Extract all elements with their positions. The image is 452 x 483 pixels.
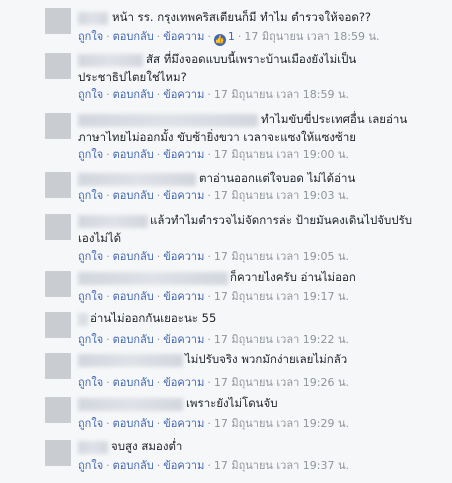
message-link[interactable]: ข้อความ xyxy=(163,290,204,303)
timestamp[interactable]: 17 มิถุนายน เวลา 19:00 น. xyxy=(214,148,349,161)
comment-meta: ถูกใจ · ตอบกลับ · ข้อความ · 17 มิถุนายน เวลา 1… xyxy=(78,88,349,101)
like-link[interactable]: ถูกใจ xyxy=(78,333,103,346)
comment-meta: ถูกใจ · ตอบกลับ · ข้อความ · 17 มิถุนายน เวลา 1… xyxy=(78,417,349,430)
message-link[interactable]: ข้อความ xyxy=(163,376,204,389)
timestamp[interactable]: 17 มิถุนายน เวลา 19:29 น. xyxy=(214,417,349,430)
like-link[interactable]: ถูกใจ xyxy=(78,148,103,161)
like-link[interactable]: ถูกใจ xyxy=(78,250,103,263)
reply-link[interactable]: ตอบกลับ xyxy=(113,30,154,43)
reply-link[interactable]: ตอบกลับ xyxy=(113,250,154,263)
comment-list: หน้า รร. กรุงเทพคริสเตียนก็มี ทำไม ตำรวจ… xyxy=(0,0,452,483)
comment-text: ตาอ่านออกแต่ใจบอด ไม่ได้อ่าน xyxy=(199,171,356,185)
reply-link[interactable]: ตอบกลับ xyxy=(113,417,154,430)
message-link[interactable]: ข้อความ xyxy=(163,30,204,43)
comment-meta: ถูกใจ · ตอบกลับ · ข้อความ · 👍 1 · 17 มิถุนายน เวล… xyxy=(78,30,380,46)
comment-meta: ถูกใจ · ตอบกลับ · ข้อความ · 17 มิถุนายน เวลา 1… xyxy=(78,189,349,202)
like-count[interactable]: 1 xyxy=(228,30,235,43)
timestamp[interactable]: 17 มิถุนายน เวลา 19:37 น. xyxy=(214,459,349,472)
avatar[interactable] xyxy=(45,397,71,423)
timestamp[interactable]: 17 มิถุนายน เวลา 19:05 น. xyxy=(214,250,349,263)
thumbs-up-icon[interactable]: 👍 xyxy=(213,34,226,46)
comment-text: หน้า รร. กรุงเทพคริสเตียนก็มี ทำไม ตำรวจ… xyxy=(112,10,372,24)
comment-meta: ถูกใจ · ตอบกลับ · ข้อความ · 17 มิถุนายน เวลา 1… xyxy=(78,459,349,472)
timestamp[interactable]: 17 มิถุนายน เวลา 19:17 น. xyxy=(214,290,349,303)
comment-text: แล้วทำไมตำรวจไม่จัดการล่ะ ป้ายมันคงเดินไ… xyxy=(78,213,413,245)
like-link[interactable]: ถูกใจ xyxy=(78,88,103,101)
avatar[interactable] xyxy=(45,440,71,466)
avatar[interactable] xyxy=(45,353,71,379)
timestamp[interactable]: 17 มิถุนายน เวลา 19:03 น. xyxy=(214,189,349,202)
timestamp[interactable]: 17 มิถุนายน เวลา 18:59 น. xyxy=(244,30,379,43)
timestamp[interactable]: 17 มิถุนายน เวลา 19:26 น. xyxy=(214,376,349,389)
message-link[interactable]: ข้อความ xyxy=(163,250,204,263)
comment-text: ก็ควายไงครับ อ่านไม่ออก xyxy=(230,270,356,284)
reply-link[interactable]: ตอบกลับ xyxy=(113,290,154,303)
avatar[interactable] xyxy=(45,214,71,240)
message-link[interactable]: ข้อความ xyxy=(163,459,204,472)
avatar[interactable] xyxy=(45,8,71,34)
timestamp[interactable]: 17 มิถุนายน เวลา 18:59 น. xyxy=(214,88,349,101)
comment-text: ไม่ปรับจริง พวกมักง่ายเลยไม่กลัว xyxy=(185,352,348,366)
reply-link[interactable]: ตอบกลับ xyxy=(113,333,154,346)
like-link[interactable]: ถูกใจ xyxy=(78,189,103,202)
reply-link[interactable]: ตอบกลับ xyxy=(113,376,154,389)
comment-meta: ถูกใจ · ตอบกลับ · ข้อความ · 17 มิถุนายน เวลา 1… xyxy=(78,148,349,161)
comment-text: เพราะยังไม่โดนจับ xyxy=(186,396,278,410)
like-link[interactable]: ถูกใจ xyxy=(78,376,103,389)
like-link[interactable]: ถูกใจ xyxy=(78,417,103,430)
message-link[interactable]: ข้อความ xyxy=(163,88,204,101)
like-link[interactable]: ถูกใจ xyxy=(78,459,103,472)
avatar[interactable] xyxy=(45,53,71,79)
comment-text: อ่านไม่ออกกันเยอะนะ 55 xyxy=(90,311,217,325)
comment-meta: ถูกใจ · ตอบกลับ · ข้อความ · 17 มิถุนายน เวลา 1… xyxy=(78,290,349,303)
comment-meta: ถูกใจ · ตอบกลับ · ข้อความ · 17 มิถุนายน เวลา 1… xyxy=(78,333,349,346)
avatar[interactable] xyxy=(45,172,71,198)
like-link[interactable]: ถูกใจ xyxy=(78,30,103,43)
comment-text: สัส ที่มึงจอดแบบนี้เพราะบ้านเมืองยังไม่เ… xyxy=(78,52,357,84)
comment-text: จบสูง สมองต่ำ xyxy=(111,439,183,453)
reply-link[interactable]: ตอบกลับ xyxy=(113,459,154,472)
comment-meta: ถูกใจ · ตอบกลับ · ข้อความ · 17 มิถุนายน เวลา 1… xyxy=(78,250,349,263)
reply-link[interactable]: ตอบกลับ xyxy=(113,88,154,101)
message-link[interactable]: ข้อความ xyxy=(163,148,204,161)
message-link[interactable]: ข้อความ xyxy=(163,189,204,202)
message-link[interactable]: ข้อความ xyxy=(163,417,204,430)
avatar[interactable] xyxy=(45,113,71,139)
message-link[interactable]: ข้อความ xyxy=(163,333,204,346)
comment-text: ทำไมขับขี่ประเทศอื่น เลยอ่านภาษาไทยไม่ออ… xyxy=(78,112,408,144)
comment-meta: ถูกใจ · ตอบกลับ · ข้อความ · 17 มิถุนายน เวลา 1… xyxy=(78,376,349,389)
avatar[interactable] xyxy=(45,312,71,338)
timestamp[interactable]: 17 มิถุนายน เวลา 19:22 น. xyxy=(214,333,349,346)
reply-link[interactable]: ตอบกลับ xyxy=(113,148,154,161)
avatar[interactable] xyxy=(45,271,71,297)
reply-link[interactable]: ตอบกลับ xyxy=(113,189,154,202)
like-link[interactable]: ถูกใจ xyxy=(78,290,103,303)
